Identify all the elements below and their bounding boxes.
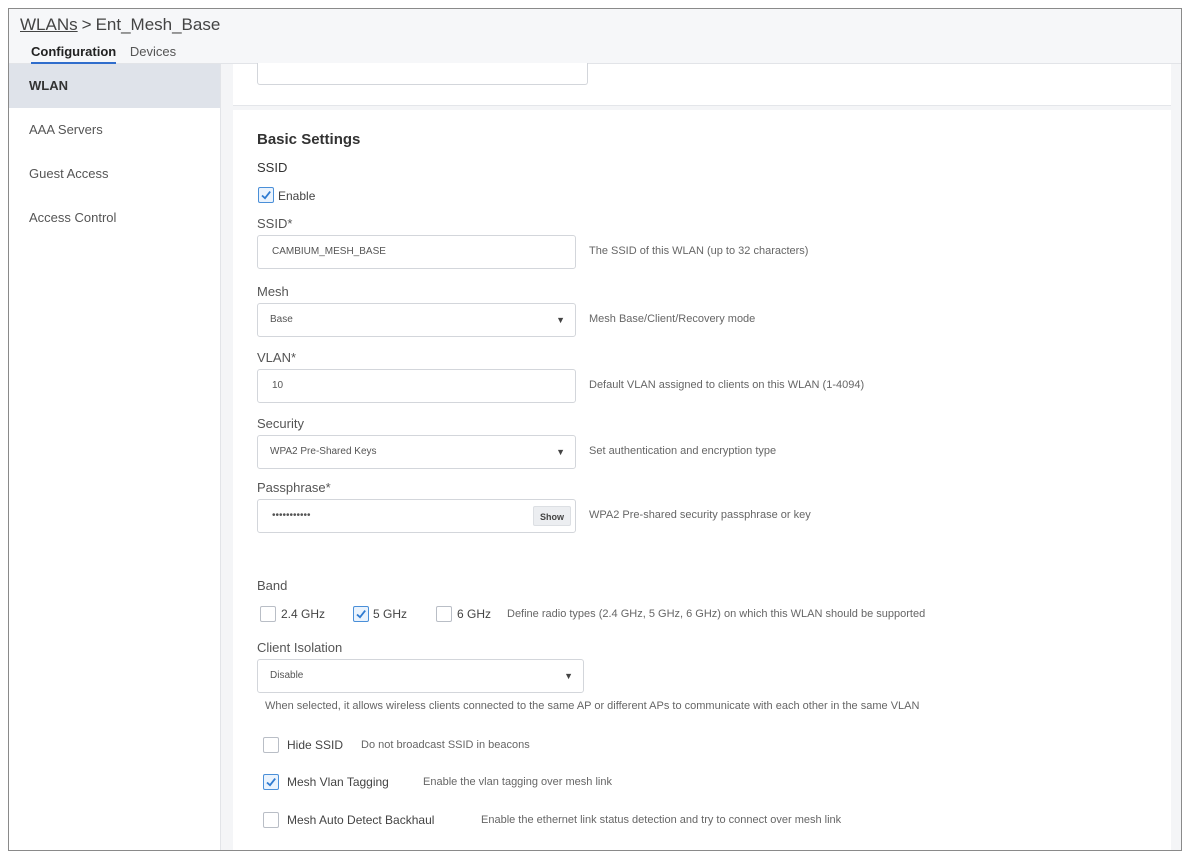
basic-settings-panel: Basic Settings SSID Enable SSID* CAMBIUM…	[233, 110, 1171, 850]
sidebar-item-access-control[interactable]: Access Control	[9, 196, 220, 240]
breadcrumb-current: Ent_Mesh_Base	[95, 15, 221, 34]
passphrase-label: Passphrase*	[257, 480, 331, 495]
header-bar: WLANs > Ent_Mesh_Base Configuration Device…	[9, 9, 1181, 64]
client-isolation-select[interactable]: Disable ▼	[257, 659, 584, 693]
enable-label: Enable	[278, 189, 316, 203]
band-5ghz-label: 5 GHz	[373, 607, 408, 621]
vlan-hint: Default VLAN assigned to clients on this…	[589, 379, 865, 391]
security-hint: Set authentication and encryption type	[589, 445, 777, 457]
security-label: Security	[257, 416, 304, 431]
previous-section-input[interactable]	[257, 63, 588, 85]
client-isolation-hint: When selected, it allows wireless client…	[265, 700, 920, 712]
client-isolation-label: Client Isolation	[257, 640, 343, 655]
checkmark-icon	[356, 610, 366, 619]
caret-down-icon: ▼	[564, 671, 573, 681]
caret-down-icon: ▼	[556, 447, 565, 457]
mesh-auto-detect-desc: Enable the ethernet link status detectio…	[481, 814, 842, 826]
ssid-label: SSID*	[257, 216, 293, 231]
caret-down-icon: ▼	[556, 315, 565, 325]
mesh-vlan-tagging-checkbox[interactable]	[263, 774, 279, 790]
security-select-value: WPA2 Pre-Shared Keys	[270, 446, 377, 457]
hide-ssid-checkbox[interactable]	[263, 737, 279, 753]
band-6ghz-checkbox[interactable]	[436, 606, 452, 622]
tab-devices[interactable]: Devices	[130, 44, 176, 62]
vlan-label: VLAN*	[257, 350, 297, 365]
ssid-input[interactable]: CAMBIUM_MESH_BASE	[257, 235, 576, 269]
checkmark-icon	[261, 191, 271, 200]
hide-ssid-label: Hide SSID	[287, 738, 344, 752]
hide-ssid-desc: Do not broadcast SSID in beacons	[361, 739, 530, 751]
tab-configuration[interactable]: Configuration	[31, 44, 117, 64]
passphrase-hint: WPA2 Pre-shared security passphrase or k…	[589, 509, 811, 521]
band-label: Band	[257, 578, 288, 593]
security-select[interactable]: WPA2 Pre-Shared Keys ▼	[257, 435, 576, 469]
band-6ghz-label: 6 GHz	[457, 607, 492, 621]
ssid-hint: The SSID of this WLAN (up to 32 characte…	[589, 245, 809, 257]
band-5ghz-checkbox[interactable]	[353, 606, 369, 622]
mesh-label: Mesh	[257, 284, 289, 299]
mesh-auto-detect-label: Mesh Auto Detect Backhaul	[287, 813, 435, 827]
sidebar: WLAN AAA Servers Guest Access Access Con…	[9, 64, 221, 850]
breadcrumb: WLANs > Ent_Mesh_Base	[20, 15, 220, 35]
passphrase-input[interactable]: ••••••••••• Show	[257, 499, 576, 533]
mesh-select[interactable]: Base ▼	[257, 303, 576, 337]
band-2-4ghz-label: 2.4 GHz	[281, 607, 326, 621]
section-title: Basic Settings	[257, 131, 361, 148]
checkmark-icon	[266, 778, 276, 787]
client-isolation-value: Disable	[270, 670, 304, 681]
enable-checkbox[interactable]	[258, 187, 274, 203]
passphrase-value: •••••••••••	[272, 510, 311, 521]
tab-bar: Configuration Devices	[31, 44, 186, 64]
mesh-auto-detect-checkbox[interactable]	[263, 812, 279, 828]
show-passphrase-button[interactable]: Show	[533, 506, 571, 526]
mesh-hint: Mesh Base/Client/Recovery mode	[589, 313, 756, 325]
band-2-4ghz-checkbox[interactable]	[260, 606, 276, 622]
main-content: Basic Settings SSID Enable SSID* CAMBIUM…	[221, 63, 1181, 850]
breadcrumb-wlans-link[interactable]: WLANs	[20, 15, 78, 34]
mesh-vlan-tagging-desc: Enable the vlan tagging over mesh link	[423, 776, 612, 788]
vlan-input[interactable]: 10	[257, 369, 576, 403]
previous-section-panel	[233, 63, 1171, 106]
sidebar-item-guest-access[interactable]: Guest Access	[9, 152, 220, 196]
sidebar-item-wlan[interactable]: WLAN	[9, 64, 220, 108]
band-hint: Define radio types (2.4 GHz, 5 GHz, 6 GH…	[507, 608, 926, 620]
mesh-vlan-tagging-label: Mesh Vlan Tagging	[287, 775, 389, 789]
ssid-heading: SSID	[257, 160, 288, 175]
breadcrumb-separator: >	[81, 15, 92, 34]
app-window: WLANs > Ent_Mesh_Base Configuration Device…	[8, 8, 1182, 851]
sidebar-item-aaa-servers[interactable]: AAA Servers	[9, 108, 220, 152]
mesh-select-value: Base	[270, 314, 293, 325]
